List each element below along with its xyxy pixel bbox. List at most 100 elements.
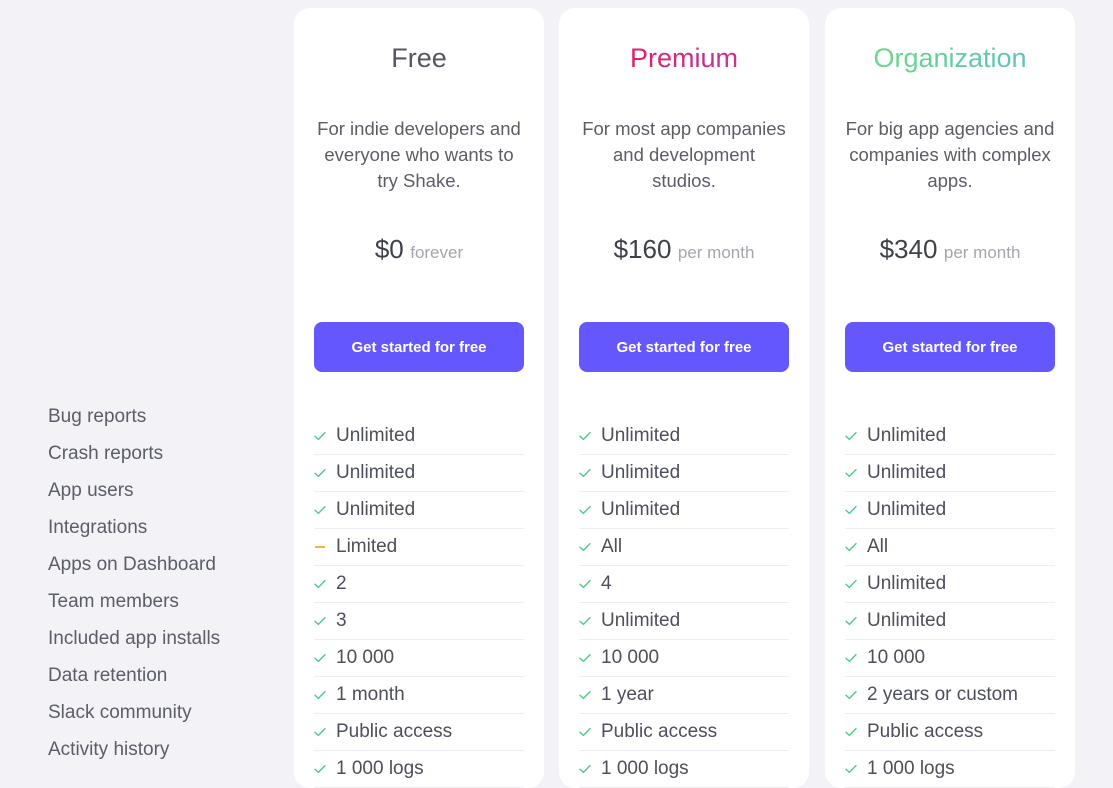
plan-title: Organization: [845, 40, 1055, 76]
feature-value: 2: [336, 573, 347, 594]
plan-title: Free: [391, 43, 447, 73]
feature-value: Unlimited: [867, 425, 947, 446]
check-icon: [579, 727, 601, 737]
check-icon: [579, 542, 601, 552]
feature-row: Public access: [579, 714, 789, 751]
feature-row: Unlimited: [579, 492, 789, 529]
feature-row: Limited: [314, 529, 524, 566]
check-icon: [579, 653, 601, 663]
feature-value: Unlimited: [336, 499, 416, 520]
feature-row: Unlimited: [845, 566, 1055, 603]
feature-row: Public access: [314, 714, 524, 751]
check-icon: [314, 505, 336, 515]
check-icon: [314, 764, 336, 774]
feature-row: Unlimited: [314, 418, 524, 455]
feature-row: All: [579, 529, 789, 566]
check-icon: [845, 690, 867, 700]
feature-row: 1 000 logs: [314, 751, 524, 788]
feature-label: Activity history: [48, 739, 170, 760]
dash-icon: [314, 546, 336, 548]
check-icon: [579, 505, 601, 515]
check-icon: [579, 764, 601, 774]
feature-value: 2 years or custom: [867, 684, 1018, 705]
feature-value: Unlimited: [601, 499, 681, 520]
feature-row: Unlimited: [314, 492, 524, 529]
price-amount: $340: [879, 234, 938, 264]
feature-row: Unlimited: [845, 418, 1055, 455]
plan-description: For most app companies and development s…: [582, 118, 786, 191]
feature-value: Unlimited: [867, 573, 947, 594]
feature-value: Limited: [336, 536, 398, 557]
feature-value: Unlimited: [601, 610, 681, 631]
check-icon: [579, 579, 601, 589]
price-amount: $0: [374, 234, 404, 264]
feature-labels: Bug reports Crash reports App users Integra…: [48, 398, 288, 768]
feature-row: 2: [314, 566, 524, 603]
feature-row: 2 years or custom: [845, 677, 1055, 714]
plan-title: Premium: [579, 40, 789, 76]
check-icon: [845, 542, 867, 552]
feature-label: Apps on Dashboard: [48, 554, 216, 575]
check-icon: [579, 690, 601, 700]
feature-row: Unlimited: [845, 492, 1055, 529]
get-started-button-free[interactable]: Get started for free: [314, 322, 524, 372]
price-period: per month: [943, 243, 1021, 262]
plan-card-organization: Organization For big app agencies and co…: [825, 8, 1075, 788]
feature-value: All: [867, 536, 889, 557]
check-icon: [314, 431, 336, 441]
get-started-button-premium[interactable]: Get started for free: [579, 322, 789, 372]
check-icon: [579, 616, 601, 626]
check-icon: [314, 727, 336, 737]
feature-value: Unlimited: [601, 425, 681, 446]
feature-value: Unlimited: [867, 499, 947, 520]
check-icon: [314, 579, 336, 589]
check-icon: [845, 727, 867, 737]
feature-label: Team members: [48, 591, 179, 612]
plan-price: $340 per month: [845, 234, 1055, 270]
feature-row: Unlimited: [579, 418, 789, 455]
feature-value: Unlimited: [336, 425, 416, 446]
check-icon: [579, 431, 601, 441]
feature-value: 3: [336, 610, 347, 631]
feature-label: App users: [48, 480, 134, 501]
check-icon: [314, 616, 336, 626]
get-started-button-organization[interactable]: Get started for free: [845, 322, 1055, 372]
feature-list: Unlimited Unlimited Unlimited All Unlimited U…: [845, 418, 1055, 788]
check-icon: [314, 653, 336, 663]
price-amount: $160: [613, 234, 672, 264]
feature-label: Integrations: [48, 517, 148, 538]
feature-value: 10 000: [336, 647, 395, 668]
feature-value: Unlimited: [336, 462, 416, 483]
feature-list: Unlimited Unlimited Unlimited Limited 2 3 10 0…: [314, 418, 524, 788]
feature-label: Crash reports: [48, 443, 164, 464]
check-icon: [845, 579, 867, 589]
check-icon: [845, 431, 867, 441]
feature-value: 1 000 logs: [867, 758, 955, 779]
feature-label: Slack community: [48, 702, 192, 723]
feature-row: 1 year: [579, 677, 789, 714]
feature-row: 3: [314, 603, 524, 640]
feature-value: Unlimited: [867, 462, 947, 483]
check-icon: [845, 468, 867, 478]
feature-value: Public access: [867, 721, 984, 742]
feature-row: 1 000 logs: [579, 751, 789, 788]
price-period: forever: [410, 243, 464, 262]
check-icon: [845, 764, 867, 774]
check-icon: [314, 468, 336, 478]
check-icon: [845, 653, 867, 663]
feature-value: 10 000: [867, 647, 926, 668]
feature-row: 10 000: [579, 640, 789, 677]
feature-value: 10 000: [601, 647, 660, 668]
feature-value: Unlimited: [867, 610, 947, 631]
plan-card-premium: Premium For most app companies and devel…: [559, 8, 809, 788]
feature-row: 4: [579, 566, 789, 603]
feature-value: 1 000 logs: [601, 758, 689, 779]
feature-value: 1 month: [336, 684, 405, 705]
feature-value: Public access: [601, 721, 718, 742]
check-icon: [845, 505, 867, 515]
feature-row: Unlimited: [579, 603, 789, 640]
plan-description: For indie developers and everyone who wa…: [317, 118, 521, 191]
feature-list: Unlimited Unlimited Unlimited All 4 Unlimited…: [579, 418, 789, 788]
plan-description: For big app agencies and companies with …: [845, 118, 1055, 191]
feature-value: 4: [601, 573, 612, 594]
